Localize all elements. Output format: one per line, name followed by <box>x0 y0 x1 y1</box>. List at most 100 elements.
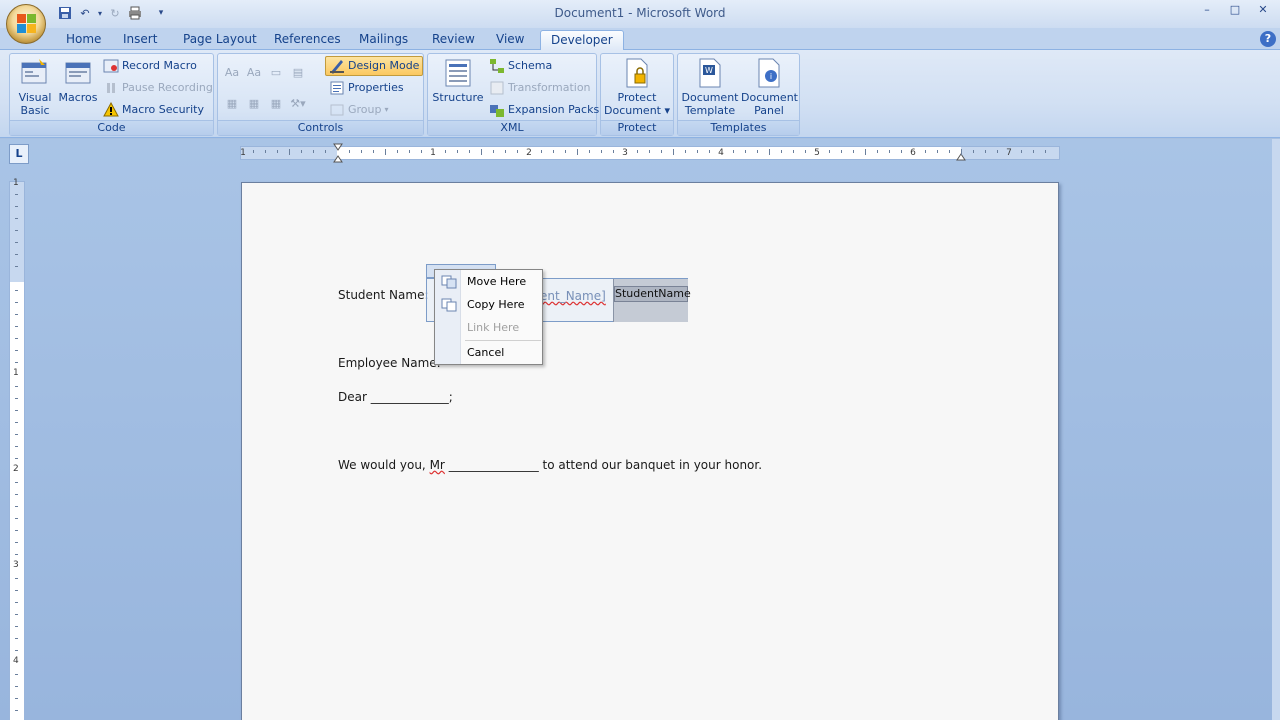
date-picker-icon[interactable]: ▦ <box>267 96 285 112</box>
student-name-label: Student Name: <box>338 288 429 302</box>
tab-references[interactable]: References <box>264 30 351 50</box>
ruler-tick <box>373 150 374 153</box>
undo-icon[interactable]: ↶ <box>76 4 94 22</box>
group-xml: Structure Schema Transformation Expansio… <box>427 53 599 136</box>
ruler-tick <box>385 149 386 155</box>
ruler-tick <box>15 626 18 627</box>
ruler-tick <box>805 150 806 153</box>
group-code-label: Code <box>10 120 213 135</box>
save-icon[interactable] <box>56 4 74 22</box>
tab-mailings[interactable]: Mailings <box>349 30 418 50</box>
ruler-tick <box>757 150 758 153</box>
picture-control-icon[interactable]: ▭ <box>267 65 285 81</box>
vertical-ruler[interactable]: 1 1 2 3 4 <box>9 178 25 720</box>
ruler-tick <box>15 446 18 447</box>
visual-basic-label: Visual Basic <box>18 91 52 117</box>
ruler-tick <box>1021 150 1022 153</box>
schema-icon <box>489 58 505 74</box>
help-icon[interactable]: ? <box>1260 31 1276 47</box>
document-template-button[interactable]: W Document Template <box>680 57 740 117</box>
group-button[interactable]: Group ▾ <box>326 100 392 120</box>
body-text-mr: Mr <box>429 458 445 472</box>
tab-selector-button[interactable]: L <box>9 144 29 164</box>
tab-developer[interactable]: Developer <box>540 30 624 50</box>
ruler-tick <box>15 674 18 675</box>
ruler-tick <box>361 150 362 153</box>
drag-context-menu: Move Here Copy Here Link Here Cancel <box>434 269 543 365</box>
ruler-tick <box>601 150 602 153</box>
vertical-scrollbar[interactable] <box>1272 139 1280 720</box>
undo-dropdown-icon[interactable]: ▾ <box>96 4 104 22</box>
maximize-button[interactable]: □ <box>1224 2 1246 18</box>
ruler-tick <box>15 302 18 303</box>
tab-view[interactable]: View <box>486 30 534 50</box>
ruler-tick <box>15 482 18 483</box>
ruler-tick <box>15 518 18 519</box>
macros-button[interactable]: Macros <box>58 57 98 104</box>
properties-button[interactable]: Properties <box>326 78 407 98</box>
menu-item-label: Cancel <box>467 346 505 359</box>
schema-button[interactable]: Schema <box>486 56 555 76</box>
menu-item-link-here[interactable]: Link Here <box>435 317 542 339</box>
ruler-tick <box>15 410 18 411</box>
rich-text-control-icon[interactable]: Aa <box>223 65 241 81</box>
ruler-tick <box>973 150 974 153</box>
text-control-icon[interactable]: Aa <box>245 65 263 81</box>
group-protect: Protect Document ▾ Protect <box>600 53 674 136</box>
ruler-tick <box>889 150 890 153</box>
ruler-tick <box>937 150 938 153</box>
close-button[interactable]: ✕ <box>1252 2 1274 18</box>
indent-marker-icon[interactable] <box>333 143 343 163</box>
menu-item-cancel[interactable]: Cancel <box>435 342 542 364</box>
group-xml-label: XML <box>428 120 596 135</box>
expansion-packs-button[interactable]: Expansion Packs <box>486 100 602 120</box>
minimize-button[interactable]: – <box>1196 2 1218 18</box>
drop-down-list-icon[interactable]: ▦ <box>245 96 263 112</box>
body-text-prefix: We would you, <box>338 458 430 472</box>
design-mode-label: Design Mode <box>348 59 420 72</box>
tab-insert[interactable]: Insert <box>113 30 167 50</box>
macro-security-button[interactable]: Macro Security <box>100 100 207 120</box>
pause-icon <box>103 80 119 96</box>
office-logo-icon <box>17 14 37 34</box>
office-button[interactable] <box>6 4 46 44</box>
tab-page-layout[interactable]: Page Layout <box>173 30 267 50</box>
ruler-tick <box>505 150 506 153</box>
ruler-tick <box>781 150 782 153</box>
tab-home[interactable]: Home <box>56 30 111 50</box>
record-macro-button[interactable]: Record Macro <box>100 56 200 76</box>
transformation-button[interactable]: Transformation <box>486 78 594 98</box>
ruler-number: 5 <box>814 148 820 158</box>
legacy-tools-icon[interactable]: ⚒▾ <box>289 96 307 112</box>
xml-tag-student-name[interactable]: StudentName <box>614 286 691 302</box>
body-text-suffix: _______________ to attend our banquet in… <box>444 458 763 472</box>
building-block-icon[interactable]: ▤ <box>289 65 307 81</box>
combo-box-icon[interactable]: ▦ <box>223 96 241 112</box>
ruler-tick <box>445 150 446 153</box>
menu-item-copy-here[interactable]: Copy Here <box>435 294 542 316</box>
design-mode-button[interactable]: Design Mode <box>325 56 424 76</box>
transformation-icon <box>489 80 505 96</box>
menu-item-move-here[interactable]: Move Here <box>435 271 542 293</box>
warning-icon <box>103 101 119 118</box>
ruler-tick <box>15 578 18 579</box>
ruler-number: 2 <box>13 464 19 474</box>
document-page[interactable]: Student Name: Employee Name: Dear ______… <box>241 182 1059 720</box>
pause-recording-button[interactable]: Pause Recording <box>100 78 216 98</box>
ruler-tick <box>253 150 254 153</box>
tab-review[interactable]: Review <box>422 30 485 50</box>
horizontal-ruler[interactable]: 1 1 2 3 4 5 6 7 <box>240 143 1060 163</box>
record-macro-label: Record Macro <box>122 59 197 72</box>
ruler-tick <box>589 150 590 153</box>
print-icon[interactable] <box>126 4 144 22</box>
protect-document-button[interactable]: Protect Document ▾ <box>603 57 671 117</box>
redo-icon[interactable]: ↻ <box>106 4 124 22</box>
document-panel-button[interactable]: i Document Panel <box>740 57 798 117</box>
ruler-tick <box>15 206 18 207</box>
ruler-tick <box>15 266 18 267</box>
structure-button[interactable]: Structure <box>432 57 484 104</box>
customize-qat-icon[interactable]: ▾ <box>152 4 170 22</box>
ruler-tick <box>745 150 746 153</box>
visual-basic-button[interactable]: Visual Basic <box>14 57 56 117</box>
ruler-tick <box>325 150 326 153</box>
